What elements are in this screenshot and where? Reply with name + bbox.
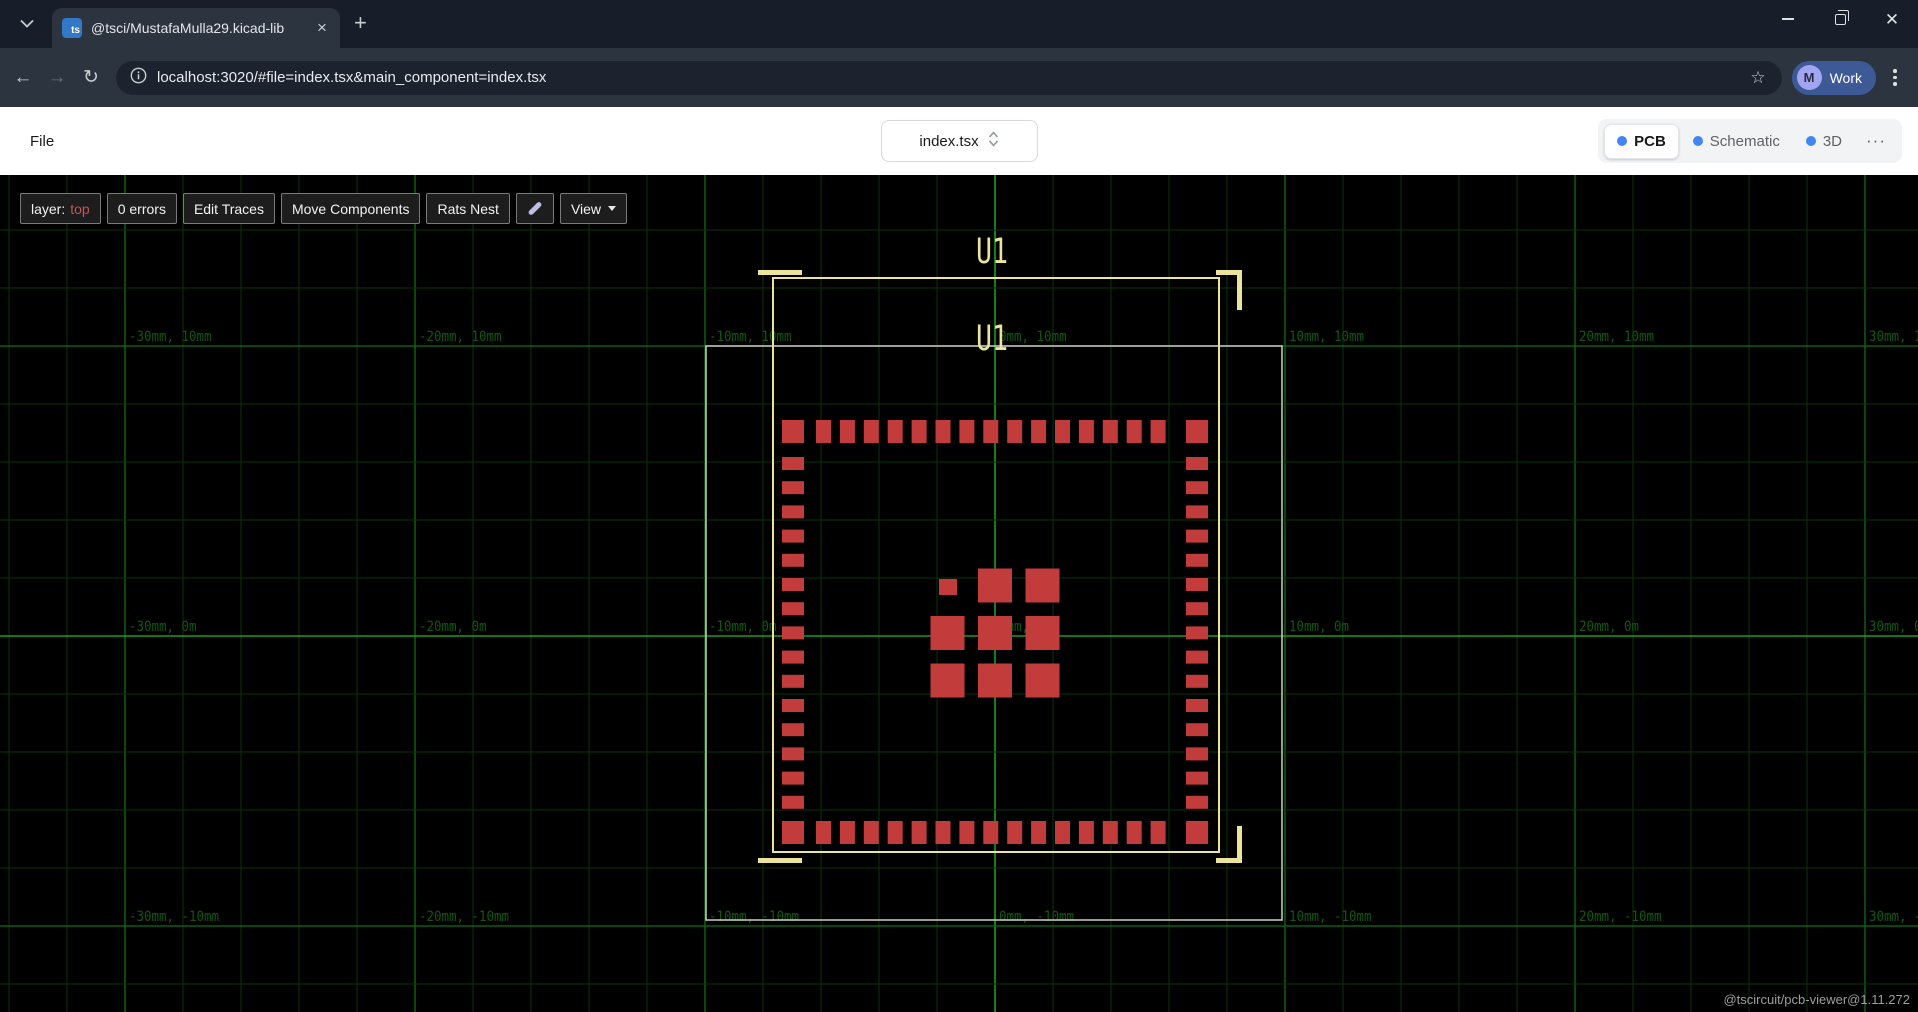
view-menu-button[interactable]: View — [560, 193, 627, 224]
new-tab-button[interactable]: + — [354, 10, 367, 36]
window-restore-button[interactable] — [1814, 0, 1866, 38]
layer-button[interactable]: layer: top — [20, 193, 101, 224]
pcb-canvas[interactable]: -30mm, 10mm -20mm, 10mm -10mm, 10mm 0mm, 10… — [0, 175, 1918, 1012]
tab-title: @tsci/MustafaMulla29.kicad-lib — [91, 20, 312, 36]
errors-button[interactable]: 0 errors — [107, 193, 177, 224]
svg-text:-10mm, -10mm: -10mm, -10mm — [709, 909, 799, 925]
svg-text:10mm, -10mm: 10mm, -10mm — [1289, 909, 1372, 925]
reload-button[interactable]: ↻ — [74, 61, 108, 95]
svg-text:0mm, 10mm: 0mm, 10mm — [999, 329, 1067, 345]
more-views-button[interactable]: ··· — [1856, 131, 1896, 151]
site-info-icon[interactable] — [130, 67, 147, 89]
svg-text:-10mm, 0m: -10mm, 0m — [709, 619, 777, 635]
url-text: localhost:3020/#file=index.tsx&main_comp… — [157, 69, 1746, 86]
select-updown-icon — [987, 130, 1000, 153]
refdes-labels: U1 U1 — [976, 232, 1008, 359]
svg-text:U1: U1 — [976, 232, 1008, 272]
svg-text:-30mm, 0m: -30mm, 0m — [129, 619, 197, 635]
app-header: File index.tsx PCB Schematic 3D ··· — [0, 107, 1918, 175]
pcb-toolbar: layer: top 0 errors Edit Traces Move Com… — [20, 193, 627, 224]
browser-navbar: ← → ↻ localhost:3020/#file=index.tsx&mai… — [0, 48, 1918, 107]
svg-text:-20mm, -10mm: -20mm, -10mm — [419, 909, 509, 925]
3d-dot-icon — [1806, 136, 1816, 146]
move-components-button[interactable]: Move Components — [281, 193, 421, 224]
tab-schematic[interactable]: Schematic — [1681, 125, 1792, 158]
window-controls: ✕ — [1762, 0, 1918, 38]
caret-down-icon — [608, 206, 616, 211]
svg-text:-20mm, 0m: -20mm, 0m — [419, 619, 487, 635]
svg-text:30mm, 10mm: 30mm, 10mm — [1869, 329, 1918, 345]
view-mode-switcher: PCB Schematic 3D ··· — [1598, 119, 1902, 163]
pencil-icon — [528, 201, 543, 216]
avatar: M — [1797, 65, 1822, 90]
tab-search-button[interactable] — [12, 9, 42, 39]
viewer-version-label: @tscircuit/pcb-viewer@1.11.272 — [1723, 992, 1910, 1007]
browser-menu-button[interactable] — [1882, 61, 1908, 95]
svg-text:30mm, 0m: 30mm, 0m — [1869, 619, 1918, 635]
url-bar[interactable]: localhost:3020/#file=index.tsx&main_comp… — [116, 61, 1782, 95]
tab-pcb-label: PCB — [1634, 133, 1666, 150]
browser-tab[interactable]: ts @tsci/MustafaMulla29.kicad-lib × — [52, 8, 340, 48]
close-icon: ✕ — [1885, 11, 1899, 28]
tab-pcb[interactable]: PCB — [1604, 124, 1679, 159]
pcb-drawing: -30mm, 10mm -20mm, 10mm -10mm, 10mm 0mm, 10… — [0, 175, 1918, 1012]
profile-chip[interactable]: M Work — [1792, 61, 1876, 95]
layer-label: layer: — [31, 201, 65, 217]
chevron-down-icon — [20, 15, 34, 33]
window-close-button[interactable]: ✕ — [1866, 0, 1918, 38]
profile-name: Work — [1830, 70, 1862, 86]
kebab-icon — [1893, 69, 1897, 73]
svg-text:20mm, 10mm: 20mm, 10mm — [1579, 329, 1654, 345]
tab-close-icon[interactable]: × — [312, 18, 332, 38]
minimize-icon — [1782, 18, 1794, 20]
edit-traces-button[interactable]: Edit Traces — [183, 193, 275, 224]
forward-button[interactable]: → — [40, 61, 74, 95]
svg-text:-30mm, 10mm: -30mm, 10mm — [129, 329, 212, 345]
file-select[interactable]: index.tsx — [881, 120, 1038, 162]
svg-text:-10mm, 10mm: -10mm, 10mm — [709, 329, 792, 345]
edit-tool-button[interactable] — [516, 193, 554, 224]
svg-text:10mm, 0m: 10mm, 0m — [1289, 619, 1349, 635]
tab-schematic-label: Schematic — [1710, 133, 1780, 150]
layer-value: top — [70, 201, 89, 217]
view-label: View — [571, 201, 601, 217]
pcb-dot-icon — [1617, 136, 1627, 146]
svg-text:30mm, -10mm: 30mm, -10mm — [1869, 909, 1918, 925]
svg-text:20mm, 0m: 20mm, 0m — [1579, 619, 1639, 635]
typescript-favicon-icon: ts — [62, 18, 82, 38]
tab-strip: ts @tsci/MustafaMulla29.kicad-lib × + ✕ — [0, 0, 1918, 48]
svg-text:-20mm, 10mm: -20mm, 10mm — [419, 329, 502, 345]
schematic-dot-icon — [1693, 136, 1703, 146]
grid-lines — [0, 175, 1918, 1012]
bookmark-star-icon[interactable]: ☆ — [1746, 68, 1769, 88]
svg-text:0mm, -10mm: 0mm, -10mm — [999, 909, 1074, 925]
svg-text:-30mm, -10mm: -30mm, -10mm — [129, 909, 219, 925]
file-select-value: index.tsx — [919, 133, 978, 150]
back-button[interactable]: ← — [6, 61, 40, 95]
restore-icon — [1835, 14, 1846, 25]
rats-nest-button[interactable]: Rats Nest — [426, 193, 509, 224]
grid-labels: -30mm, 10mm -20mm, 10mm -10mm, 10mm 0mm, 10… — [129, 329, 1918, 925]
tab-3d[interactable]: 3D — [1794, 125, 1854, 158]
svg-text:20mm, -10mm: 20mm, -10mm — [1579, 909, 1662, 925]
file-menu[interactable]: File — [26, 127, 58, 156]
svg-text:U1: U1 — [976, 319, 1008, 359]
browser-window: ts @tsci/MustafaMulla29.kicad-lib × + ✕ … — [0, 0, 1918, 1012]
tab-3d-label: 3D — [1823, 133, 1842, 150]
svg-text:10mm, 10mm: 10mm, 10mm — [1289, 329, 1364, 345]
window-minimize-button[interactable] — [1762, 0, 1814, 38]
